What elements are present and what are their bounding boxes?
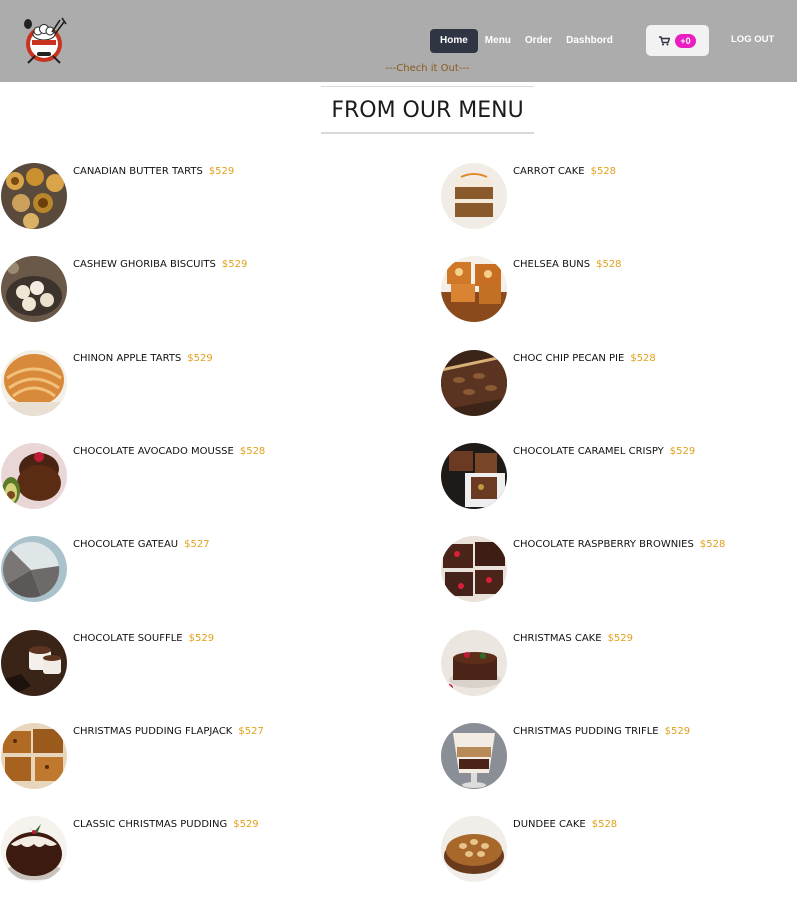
menu-item-name: Chinon Apple Tarts xyxy=(73,353,182,364)
menu-item-price: $529 xyxy=(221,259,248,270)
menu-item[interactable]: Choc Chip Pecan Pie $528 xyxy=(441,350,771,420)
menu-item[interactable]: Chocolate Raspberry Brownies $528 xyxy=(441,536,771,606)
menu-item[interactable]: Chocolate Gateau $527 xyxy=(1,536,331,606)
cart-button[interactable]: +0 xyxy=(646,25,709,56)
menu-item[interactable]: Chocolate Avocado Mousse $528 xyxy=(1,443,331,513)
menu-item-price: $528 xyxy=(239,446,266,457)
menu-item[interactable]: Christmas Pudding Flapjack $527 xyxy=(1,723,331,793)
raspberry-brownies-image[interactable] xyxy=(441,536,507,602)
christmas-pudding-image[interactable] xyxy=(1,816,67,882)
menu-item-name: Christmas Cake xyxy=(513,633,602,644)
menu-item-name: Chelsea Buns xyxy=(513,259,591,270)
menu-item-price: $528 xyxy=(590,166,617,177)
chef-logo-icon[interactable] xyxy=(22,16,70,64)
menu-item-name: Carrot Cake xyxy=(513,166,585,177)
cart-count-badge: +0 xyxy=(675,33,696,48)
christmas-cake-image[interactable] xyxy=(441,630,507,696)
carrot-cake-image[interactable] xyxy=(441,163,507,229)
pudding-flapjack-image[interactable] xyxy=(1,723,67,789)
chocolate-gateau-image[interactable] xyxy=(1,536,67,602)
menu-item-name: Christmas Pudding Flapjack xyxy=(73,726,233,737)
menu-item-name: Dundee Cake xyxy=(513,819,586,830)
menu-item-name: Chocolate Caramel Crispy xyxy=(513,446,664,457)
pecan-pie-image[interactable] xyxy=(441,350,507,416)
menu-item-name: Cashew Ghoriba Biscuits xyxy=(73,259,216,270)
menu-item-price: $529 xyxy=(669,446,696,457)
menu-item[interactable]: Cashew Ghoriba Biscuits $529 xyxy=(1,256,331,326)
menu-item-price: $529 xyxy=(607,633,634,644)
logout-link[interactable]: LOG OUT xyxy=(731,34,774,45)
menu-item[interactable]: Chocolate Caramel Crispy $529 xyxy=(441,443,771,513)
menu-item-price: $528 xyxy=(591,819,618,830)
caramel-crispy-image[interactable] xyxy=(441,443,507,509)
apple-tarts-image[interactable] xyxy=(1,350,67,416)
menu-item[interactable]: Carrot Cake $528 xyxy=(441,163,771,233)
page-title: FROM OUR MENU xyxy=(321,86,534,134)
tagline: ---Chech it Out--- xyxy=(385,63,470,74)
menu-item-price: $529 xyxy=(188,633,215,644)
menu-item[interactable]: Chelsea Buns $528 xyxy=(441,256,771,326)
menu-item-name: Chocolate Raspberry Brownies xyxy=(513,539,694,550)
cart-icon xyxy=(659,31,671,50)
butter-tarts-image[interactable] xyxy=(1,163,67,229)
chocolate-souffle-image[interactable] xyxy=(1,630,67,696)
menu-item-price: $529 xyxy=(187,353,213,364)
menu-item-price: $528 xyxy=(596,259,622,270)
menu-item[interactable]: Chocolate Souffle $529 xyxy=(1,630,331,700)
menu-item-price: $527 xyxy=(184,539,210,550)
dundee-cake-image[interactable] xyxy=(441,816,507,882)
menu-item[interactable]: Christmas Cake $529 xyxy=(441,630,771,700)
menu-item[interactable]: Canadian Butter Tarts $529 xyxy=(1,163,331,233)
menu-item-price: $528 xyxy=(630,353,656,364)
nav-home-link[interactable]: Home xyxy=(430,29,478,53)
menu-item[interactable]: Dundee Cake $528 xyxy=(441,816,771,886)
menu-item-price: $528 xyxy=(699,539,726,550)
menu-item-price: $529 xyxy=(208,166,235,177)
menu-item-name: Chocolate Avocado Mousse xyxy=(73,446,234,457)
menu-item[interactable]: Christmas Pudding Trifle $529 xyxy=(441,723,771,793)
nav-dashboard-link[interactable]: Dashbord xyxy=(559,29,620,53)
menu-item-price: $527 xyxy=(238,726,264,737)
menu-item-name: Classic Christmas Pudding xyxy=(73,819,228,830)
menu-item-price: $529 xyxy=(664,726,691,737)
ghoriba-biscuits-image[interactable] xyxy=(1,256,67,322)
pudding-trifle-image[interactable] xyxy=(441,723,507,789)
menu-item-name: Canadian Butter Tarts xyxy=(73,166,203,177)
menu-item[interactable]: Chinon Apple Tarts $529 xyxy=(1,350,331,420)
menu-item-name: Choc Chip Pecan Pie xyxy=(513,353,625,364)
menu-item[interactable]: Classic Christmas Pudding $529 xyxy=(1,816,331,886)
menu-item-name: Chocolate Souffle xyxy=(73,633,183,644)
nav-links: Home Menu Order Dashbord xyxy=(430,29,620,53)
nav-order-link[interactable]: Order xyxy=(518,29,559,53)
chelsea-buns-image[interactable] xyxy=(441,256,507,322)
menu-item-price: $529 xyxy=(233,819,259,830)
navbar: Home Menu Order Dashbord +0 LOG OUT ---C… xyxy=(0,0,797,82)
avocado-mousse-image[interactable] xyxy=(1,443,67,509)
menu-item-name: Christmas Pudding Trifle xyxy=(513,726,659,737)
nav-menu-link[interactable]: Menu xyxy=(478,29,518,53)
menu-item-name: Chocolate Gateau xyxy=(73,539,179,550)
